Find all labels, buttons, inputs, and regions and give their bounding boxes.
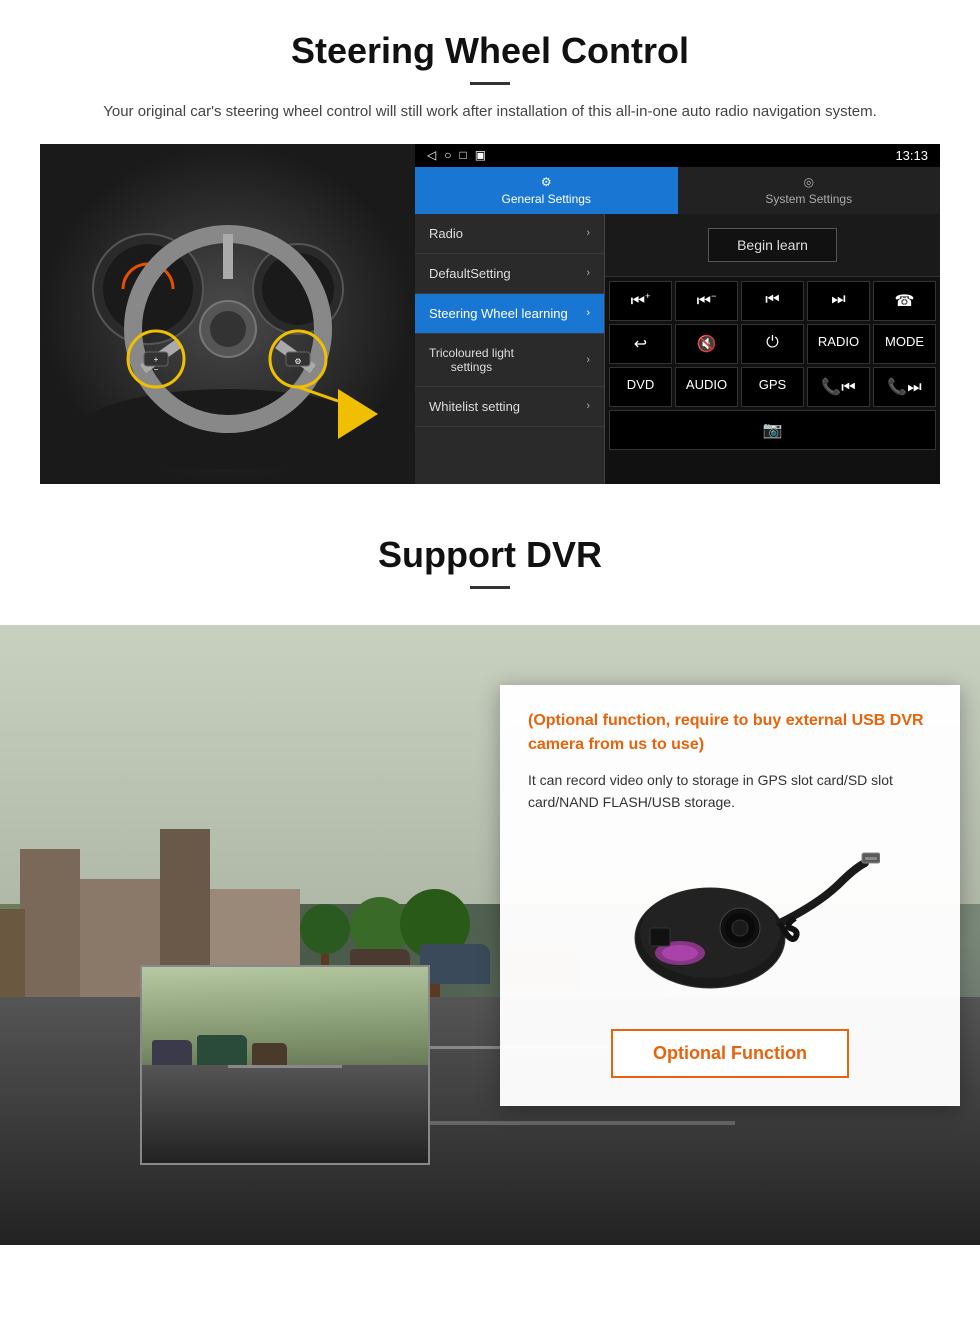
menu-steering-arrow: › [586,307,590,319]
building-1 [20,849,80,1009]
gear-icon: ⚙ [541,175,552,189]
android-tabs: ⚙ General Settings ◎ System Settings [415,167,940,214]
dvr-section: Support DVR [0,504,980,1245]
ctrl-audio[interactable]: AUDIO [675,367,738,407]
tab-system-settings[interactable]: ◎ System Settings [678,167,941,214]
menu-tricoloured-label: Tricoloured lightsettings [429,346,514,374]
dvr-preview-inner [142,967,428,1163]
svg-text:−: − [153,365,158,374]
ctrl-phone[interactable]: ☎ [873,281,936,321]
ctrl-power[interactable]: ⏻ [741,324,804,364]
statusbar-time: 13:13 [895,148,928,163]
menu-whitelist-label: Whitelist setting [429,399,520,414]
dvr-info-card: (Optional function, require to buy exter… [500,685,960,1107]
home-icon[interactable]: ○ [444,148,451,162]
menu-default-arrow: › [586,267,590,279]
menu-tricoloured[interactable]: Tricoloured lightsettings › [415,334,604,387]
ctrl-camera[interactable]: 📷 [609,410,936,450]
android-right-panel: Begin learn ⏮+ ⏮− ⏮ ⏭ ☎ ↩ [605,214,940,484]
menu-whitelist[interactable]: Whitelist setting › [415,387,604,427]
preview-car-2 [197,1035,247,1065]
steering-description: Your original car's steering wheel contr… [80,101,900,124]
menu-default-label: DefaultSetting [429,266,511,281]
controls-row-4: 📷 [609,410,936,450]
dvr-camera-svg [580,843,880,1003]
steering-title: Steering Wheel Control [40,30,940,72]
svg-text:⚙: ⚙ [294,357,301,366]
system-settings-label: System Settings [765,192,852,206]
menu-radio-label: Radio [429,226,463,241]
ctrl-vol-down[interactable]: ⏮− [675,281,738,321]
steering-wheel-svg: + − ⚙ [68,159,388,469]
menu-steering-wheel-learning[interactable]: Steering Wheel learning › [415,294,604,334]
steering-photo-bg: + − ⚙ [40,144,415,484]
menu-icon[interactable]: ▣ [475,148,486,162]
preview-road [142,1065,428,1163]
ctrl-vol-up[interactable]: ⏮+ [609,281,672,321]
general-settings-label: General Settings [502,192,591,206]
ctrl-gps[interactable]: GPS [741,367,804,407]
preview-car-1 [152,1040,192,1065]
dvr-camera-image [528,833,932,1013]
controls-row-1: ⏮+ ⏮− ⏮ ⏭ ☎ [609,281,936,321]
ctrl-phone-prev[interactable]: 📞⏮ [807,367,870,407]
ctrl-next-track[interactable]: ⏭ [807,281,870,321]
begin-learn-row: Begin learn [605,214,940,277]
ctrl-prev-track[interactable]: ⏮ [741,281,804,321]
menu-radio-arrow: › [586,227,590,239]
ctrl-radio[interactable]: RADIO [807,324,870,364]
ctrl-phone-next[interactable]: 📞⏭ [873,367,936,407]
begin-learn-button[interactable]: Begin learn [708,228,837,262]
back-icon[interactable]: ◁ [427,148,436,162]
android-statusbar: ◁ ○ □ ▣ 13:13 [415,144,940,167]
steering-ui-container: + − ⚙ ◁ ○ □ ▣ [40,144,940,484]
controls-row-2: ↩ 🔇 ⏻ RADIO MODE [609,324,936,364]
menu-tricoloured-arrow: › [586,354,590,366]
optional-function-button[interactable]: Optional Function [611,1029,849,1078]
dvr-photo-background: (Optional function, require to buy exter… [0,625,980,1245]
menu-whitelist-arrow: › [586,400,590,412]
ctrl-dvd[interactable]: DVD [609,367,672,407]
menu-steering-label: Steering Wheel learning [429,306,568,321]
dvr-small-preview [140,965,430,1165]
menu-radio[interactable]: Radio › [415,214,604,254]
android-menu: Radio › DefaultSetting › Steering Wheel … [415,214,605,484]
ctrl-mute[interactable]: 🔇 [675,324,738,364]
statusbar-nav: ◁ ○ □ ▣ [427,148,486,162]
tab-general-settings[interactable]: ⚙ General Settings [415,167,678,214]
dvr-title: Support DVR [40,534,940,576]
menu-default-setting[interactable]: DefaultSetting › [415,254,604,294]
steering-photo: + − ⚙ [40,144,415,484]
building-5 [0,909,25,1009]
controls-grid: ⏮+ ⏮− ⏮ ⏭ ☎ ↩ 🔇 ⏻ RADIO MODE [605,277,940,484]
ctrl-mode[interactable]: MODE [873,324,936,364]
dvr-divider [470,586,510,589]
preview-car-3 [252,1043,287,1065]
dvr-title-area: Support DVR [0,504,980,625]
recents-icon[interactable]: □ [459,148,466,162]
android-panel: ◁ ○ □ ▣ 13:13 ⚙ General Settings ◎ Syste… [415,144,940,484]
vehicle-2 [420,944,490,984]
android-content: Radio › DefaultSetting › Steering Wheel … [415,214,940,484]
dvr-optional-text: (Optional function, require to buy exter… [528,709,932,757]
svg-text:+: + [153,355,158,364]
preview-line [228,1065,342,1068]
steering-section: Steering Wheel Control Your original car… [0,0,980,504]
dvr-description: It can record video only to storage in G… [528,769,932,814]
ctrl-back[interactable]: ↩ [609,324,672,364]
controls-row-3: DVD AUDIO GPS 📞⏮ 📞⏭ [609,367,936,407]
title-divider [470,82,510,85]
system-icon: ◎ [804,175,814,189]
